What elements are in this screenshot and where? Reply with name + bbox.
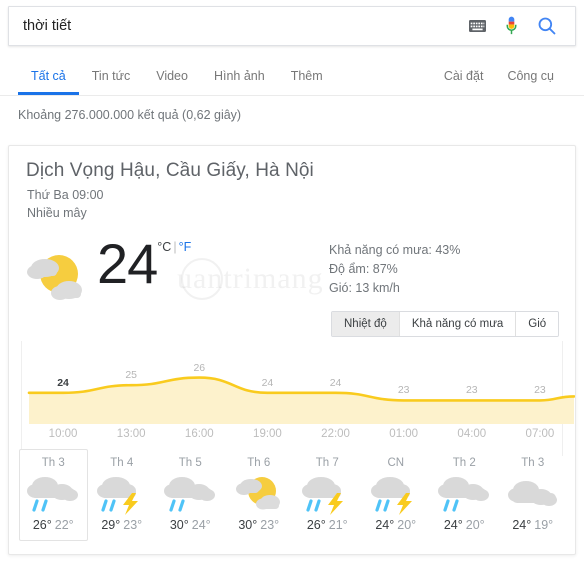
forecast-day-name: CN [387, 457, 405, 469]
forecast-low: 20° [465, 518, 485, 532]
chart-time-label: 22:00 [321, 428, 350, 440]
precipitation-stat: Khả năng có mưa: 43% [329, 243, 461, 257]
chart-time-label: 16:00 [184, 428, 214, 440]
forecast-day-name: Th 7 [315, 457, 339, 469]
forecast-high: 30° [238, 518, 258, 532]
chart-time-axis: 10:00 13:00 16:00 19:00 22:00 01:00 04:00 07:00 [9, 428, 575, 450]
forecast-day-name: Th 4 [110, 457, 134, 469]
forecast-low: 23° [260, 518, 280, 532]
forecast-day-name: Th 5 [178, 457, 202, 469]
tab-news[interactable]: Tin tức [79, 58, 143, 95]
forecast-day-name: Th 2 [452, 457, 476, 469]
search-bar-icons [469, 15, 575, 37]
tab-video[interactable]: Video [143, 58, 201, 95]
unit-separator: | [173, 240, 177, 254]
forecast-day-1[interactable]: Th 4 29° 23° [88, 449, 157, 541]
forecast-row: Th 3 26° 22° Th 4 29° 23° Th 5 30° 24° T… [19, 449, 567, 541]
rain-icon [20, 472, 87, 516]
nav-bar: Tất cả Tin tức Video Hình ảnh Thêm Cài đ… [0, 58, 584, 96]
nav-right-group: Cài đặt Công cụ [432, 58, 584, 95]
forecast-day-temps: 30° 23° [226, 518, 293, 532]
celsius-label[interactable]: °C [157, 240, 171, 254]
forecast-low: 19° [534, 518, 554, 532]
thunderstorm-icon [363, 472, 430, 516]
forecast-day-7[interactable]: Th 3 24° 19° [499, 449, 568, 541]
current-temperature-block: 24 °C | °F [19, 236, 191, 310]
tab-more[interactable]: Thêm [278, 58, 336, 95]
search-bar[interactable] [8, 6, 576, 46]
tab-all[interactable]: Tất cả [18, 58, 79, 95]
forecast-day-temps: 29° 23° [89, 518, 156, 532]
forecast-high: 26° [306, 518, 326, 532]
forecast-day-temps: 30° 24° [157, 518, 224, 532]
toggle-temperature[interactable]: Nhiệt độ [332, 312, 400, 336]
humidity-stat: Độ ẩm: 87% [329, 262, 398, 276]
chart-time-label: 01:00 [389, 428, 419, 440]
chart-time-label: 19:00 [253, 428, 282, 440]
chart-time-label: 10:00 [48, 428, 78, 440]
partly-cloudy-icon [19, 248, 91, 310]
thunderstorm-icon [294, 472, 361, 516]
forecast-day-name: Th 3 [521, 457, 545, 469]
chart-time-label: 13:00 [116, 428, 146, 440]
temperature-value: 24 [97, 232, 158, 295]
forecast-day-temps: 26° 22° [20, 518, 87, 532]
unit-toggle[interactable]: °C | °F [157, 240, 191, 254]
weather-datetime: Thứ Ba 09:00 [27, 188, 104, 202]
nav-left-group: Tất cả Tin tức Video Hình ảnh Thêm [0, 58, 336, 95]
chart-mode-toggle-group: Nhiệt độ Khả năng có mưa Gió [331, 311, 560, 337]
forecast-low: 20° [397, 518, 417, 532]
keyboard-icon[interactable] [469, 20, 486, 32]
fahrenheit-link[interactable]: °F [179, 240, 192, 254]
forecast-day-5[interactable]: CN 24° 20° [362, 449, 431, 541]
search-input[interactable] [9, 18, 469, 34]
watermark-text: uantrimang [177, 262, 324, 295]
forecast-high: 24° [512, 518, 532, 532]
chart-time-label: 07:00 [525, 428, 555, 440]
forecast-day-name: Th 3 [41, 457, 65, 469]
settings-link[interactable]: Cài đặt [432, 58, 496, 95]
partly-sunny-icon [226, 472, 293, 516]
forecast-high: 26° [32, 518, 52, 532]
forecast-day-0[interactable]: Th 3 26° 22° [19, 449, 88, 541]
weather-location: Dịch Vọng Hậu, Cầu Giấy, Hà Nội [26, 160, 314, 181]
forecast-day-name: Th 6 [247, 457, 271, 469]
forecast-day-temps: 26° 21° [294, 518, 361, 532]
forecast-high: 24° [443, 518, 463, 532]
forecast-low: 21° [328, 518, 348, 532]
forecast-day-temps: 24° 19° [500, 518, 567, 532]
forecast-high: 24° [375, 518, 395, 532]
forecast-day-2[interactable]: Th 5 30° 24° [156, 449, 225, 541]
forecast-day-4[interactable]: Th 7 26° 21° [293, 449, 362, 541]
rain-icon [157, 472, 224, 516]
forecast-day-temps: 24° 20° [363, 518, 430, 532]
thunderstorm-icon [89, 472, 156, 516]
chart-time-label: 04:00 [457, 428, 487, 440]
cloudy-icon [500, 472, 567, 516]
forecast-day-temps: 24° 20° [431, 518, 498, 532]
forecast-low: 22° [54, 518, 74, 532]
tab-images[interactable]: Hình ảnh [201, 58, 278, 95]
rain-icon [431, 472, 498, 516]
weather-stats: Khả năng có mưa: 43% Độ ẩm: 87% Gió: 13 … [329, 241, 460, 298]
toggle-wind[interactable]: Gió [516, 312, 559, 336]
microphone-icon[interactable] [504, 15, 519, 37]
forecast-day-3[interactable]: Th 6 30° 23° [225, 449, 294, 541]
search-icon[interactable] [537, 16, 557, 36]
weather-card: Dịch Vọng Hậu, Cầu Giấy, Hà Nội Thứ Ba 0… [8, 145, 576, 555]
result-stats: Khoảng 276.000.000 kết quả (0,62 giây) [18, 108, 242, 122]
forecast-high: 29° [101, 518, 121, 532]
forecast-high: 30° [169, 518, 189, 532]
forecast-low: 23° [123, 518, 143, 532]
weather-condition: Nhiều mây [27, 206, 87, 220]
forecast-day-6[interactable]: Th 2 24° 20° [430, 449, 499, 541]
tools-link[interactable]: Công cụ [495, 58, 566, 95]
toggle-precipitation[interactable]: Khả năng có mưa [399, 312, 517, 336]
wind-stat: Gió: 13 km/h [329, 281, 400, 295]
forecast-low: 24° [191, 518, 211, 532]
